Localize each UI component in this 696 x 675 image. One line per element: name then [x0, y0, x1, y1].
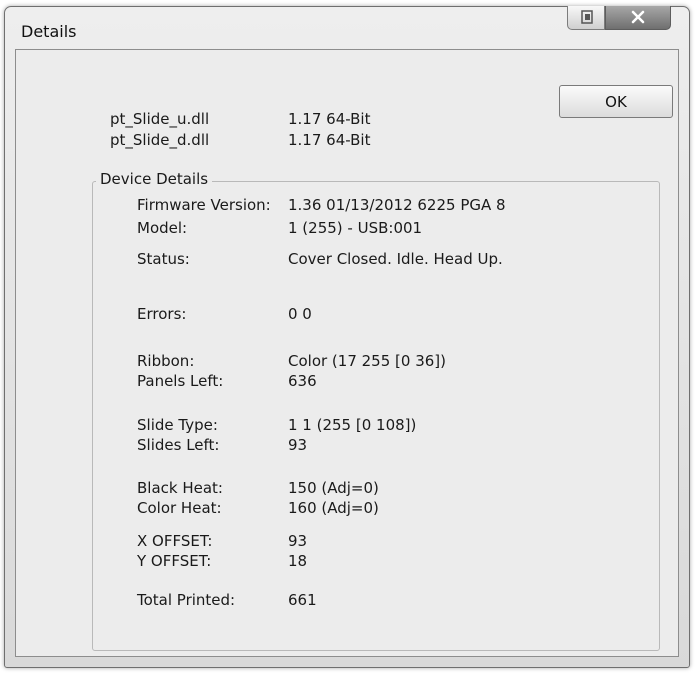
dll-name: pt_Slide_d.dll — [110, 131, 210, 149]
slides-left-value: 93 — [288, 436, 308, 454]
total-printed-value: 661 — [288, 591, 317, 609]
dll-name: pt_Slide_u.dll — [110, 110, 210, 128]
slides-left-label: Slides Left: — [137, 436, 220, 454]
black-heat-label: Black Heat: — [137, 479, 223, 497]
firmware-version-value: 1.36 01/13/2012 6225 PGA 8 — [288, 196, 506, 214]
x-offset-value: 93 — [288, 532, 308, 550]
color-heat-value: 160 (Adj=0) — [288, 499, 379, 517]
model-label: Model: — [137, 219, 188, 237]
ribbon-value: Color (17 255 [0 36]) — [288, 352, 446, 370]
dialog-client-area: OK pt_Slide_u.dll 1.17 64-Bit pt_Slide_d… — [15, 49, 679, 657]
errors-label: Errors: — [137, 305, 187, 323]
panels-left-value: 636 — [288, 372, 317, 390]
close-icon — [631, 10, 645, 24]
black-heat-value: 150 (Adj=0) — [288, 479, 379, 497]
total-printed-label: Total Printed: — [137, 591, 236, 609]
restore-button[interactable] — [567, 6, 605, 30]
slide-type-value: 1 1 (255 [0 108]) — [288, 416, 417, 434]
device-details-legend: Device Details — [96, 170, 213, 188]
slide-type-label: Slide Type: — [137, 416, 218, 434]
ok-button[interactable]: OK — [559, 85, 673, 118]
x-offset-label: X OFFSET: — [137, 532, 213, 550]
color-heat-label: Color Heat: — [137, 499, 222, 517]
ribbon-label: Ribbon: — [137, 352, 195, 370]
errors-value: 0 0 — [288, 305, 312, 323]
y-offset-value: 18 — [288, 552, 308, 570]
model-value: 1 (255) - USB:001 — [288, 219, 423, 237]
title-bar[interactable]: Details — [5, 6, 689, 49]
status-value: Cover Closed. Idle. Head Up. — [288, 250, 503, 268]
window-title: Details — [21, 22, 77, 41]
dll-version: 1.17 64-Bit — [288, 110, 371, 128]
details-dialog: Details OK pt_Slide_u.dll 1.17 64-Bit pt… — [4, 6, 690, 668]
panels-left-label: Panels Left: — [137, 372, 224, 390]
dll-version: 1.17 64-Bit — [288, 131, 371, 149]
restore-icon — [581, 10, 593, 24]
y-offset-label: Y OFFSET: — [137, 552, 212, 570]
close-button[interactable] — [605, 6, 671, 30]
firmware-version-label: Firmware Version: — [137, 196, 271, 214]
status-label: Status: — [137, 250, 190, 268]
